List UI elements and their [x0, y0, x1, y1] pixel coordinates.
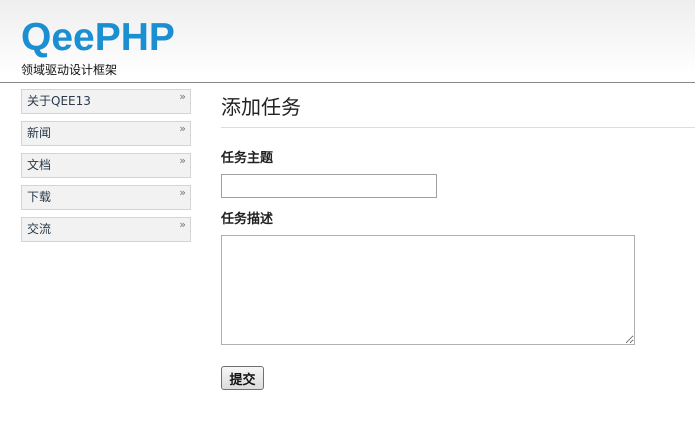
sidebar-item-news[interactable]: 新闻 » — [21, 121, 191, 146]
sidebar-item-label: 关于QEE13 — [27, 94, 91, 108]
chevron-right-icon: » — [179, 90, 186, 103]
logo[interactable]: QeePHP — [21, 16, 175, 60]
header: QeePHP 领域驱动设计框架 — [0, 0, 695, 83]
title-divider — [221, 127, 695, 128]
sidebar-item-download[interactable]: 下载 » — [21, 185, 191, 210]
chevron-right-icon: » — [179, 186, 186, 199]
sidebar-nav: 关于QEE13 » 新闻 » 文档 » 下载 » 交流 » — [21, 89, 191, 249]
sidebar-item-label: 交流 — [27, 222, 52, 236]
sidebar-item-community[interactable]: 交流 » — [21, 217, 191, 242]
sidebar-item-docs[interactable]: 文档 » — [21, 153, 191, 178]
sidebar-item-about[interactable]: 关于QEE13 » — [21, 89, 191, 114]
description-textarea[interactable] — [221, 235, 635, 345]
chevron-right-icon: » — [179, 218, 186, 231]
sidebar-item-label: 新闻 — [27, 126, 52, 140]
submit-button[interactable]: 提交 — [221, 366, 264, 390]
tagline: 领域驱动设计框架 — [21, 63, 118, 77]
subject-label: 任务主题 — [221, 151, 274, 166]
sidebar-item-label: 下载 — [27, 190, 52, 204]
page-title: 添加任务 — [221, 95, 301, 119]
sidebar-item-label: 文档 — [27, 158, 52, 172]
subject-input[interactable] — [221, 174, 437, 198]
description-label: 任务描述 — [221, 212, 274, 227]
main-content: 添加任务 任务主题 任务描述 提交 — [221, 89, 695, 390]
chevron-right-icon: » — [179, 154, 186, 167]
chevron-right-icon: » — [179, 122, 186, 135]
